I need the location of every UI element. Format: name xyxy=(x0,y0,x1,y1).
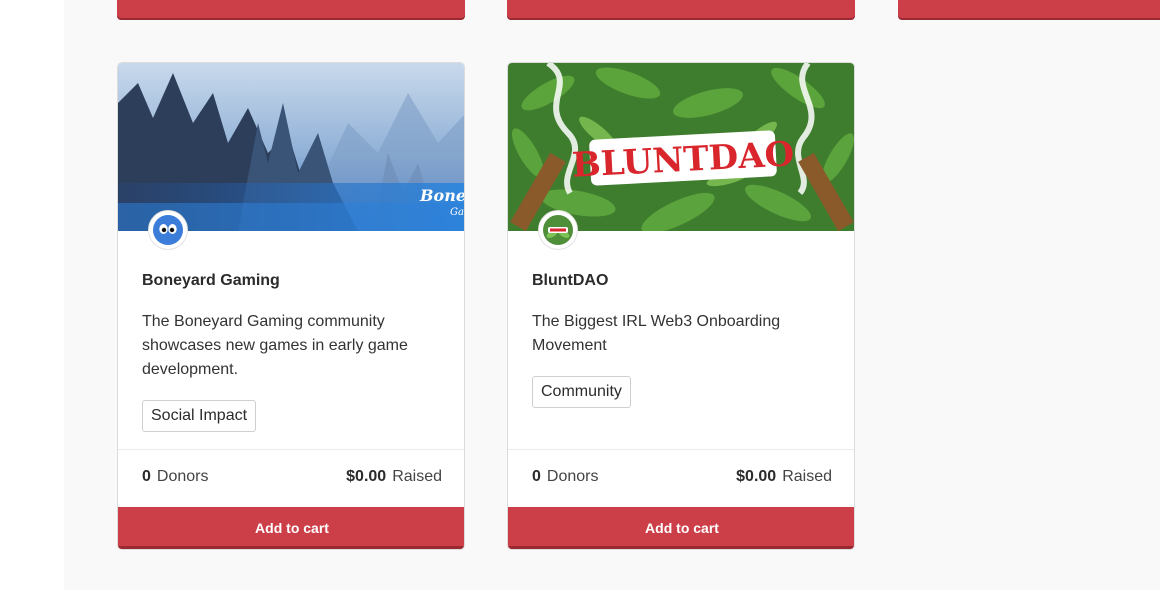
category-tag: Social Impact xyxy=(142,400,257,432)
donors-stat: 0 Donors xyxy=(142,468,208,486)
add-to-cart-button-previous-row[interactable] xyxy=(898,0,1160,18)
project-stats: 0 Donors $0.00 Raised xyxy=(142,468,442,488)
category-tag: Community xyxy=(532,376,631,408)
boneyard-logo-icon xyxy=(153,215,183,245)
project-avatar xyxy=(538,210,578,250)
card-divider xyxy=(118,449,464,450)
project-banner-image: BLUNTDAO xyxy=(508,63,854,231)
raised-label: Raised xyxy=(392,468,442,485)
add-to-cart-button[interactable]: Add to cart xyxy=(508,507,854,549)
donors-count: 0 xyxy=(142,468,151,485)
add-to-cart-button[interactable]: Add to cart xyxy=(118,507,464,549)
donors-label: Donors xyxy=(546,468,599,485)
project-title[interactable]: BluntDAO xyxy=(532,272,608,290)
donors-stat: 0 Donors xyxy=(532,468,598,486)
project-title[interactable]: Boneyard Gaming xyxy=(142,272,280,290)
raised-label: Raised xyxy=(782,468,832,485)
bluntdao-logo-icon xyxy=(543,215,573,245)
project-card[interactable]: BoneY Ga Boneyard Gaming The Boneyard Ga… xyxy=(117,62,465,550)
svg-text:Ga: Ga xyxy=(450,207,464,218)
raised-stat: $0.00 Raised xyxy=(736,468,832,486)
main-content: BoneY Ga Boneyard Gaming The Boneyard Ga… xyxy=(64,0,1160,590)
raised-amount: $0.00 xyxy=(736,468,777,485)
raised-stat: $0.00 Raised xyxy=(346,468,442,486)
project-banner-image: BoneY Ga xyxy=(118,63,465,231)
svg-text:BoneY: BoneY xyxy=(419,186,465,205)
card-divider xyxy=(508,449,854,450)
project-description: The Boneyard Gaming community showcases … xyxy=(142,313,408,378)
donors-label: Donors xyxy=(156,468,209,485)
left-gutter xyxy=(0,0,64,590)
donors-count: 0 xyxy=(532,468,541,485)
project-card[interactable]: BLUNTDAO BluntDAO The Biggest IRL Web3 O… xyxy=(507,62,855,550)
add-to-cart-button-previous-row[interactable] xyxy=(117,0,465,18)
raised-amount: $0.00 xyxy=(346,468,387,485)
project-avatar xyxy=(148,210,188,250)
project-stats: 0 Donors $0.00 Raised xyxy=(532,468,832,488)
project-description: The Biggest IRL Web3 Onboarding Movement xyxy=(532,313,781,354)
add-to-cart-button-previous-row[interactable] xyxy=(507,0,855,18)
